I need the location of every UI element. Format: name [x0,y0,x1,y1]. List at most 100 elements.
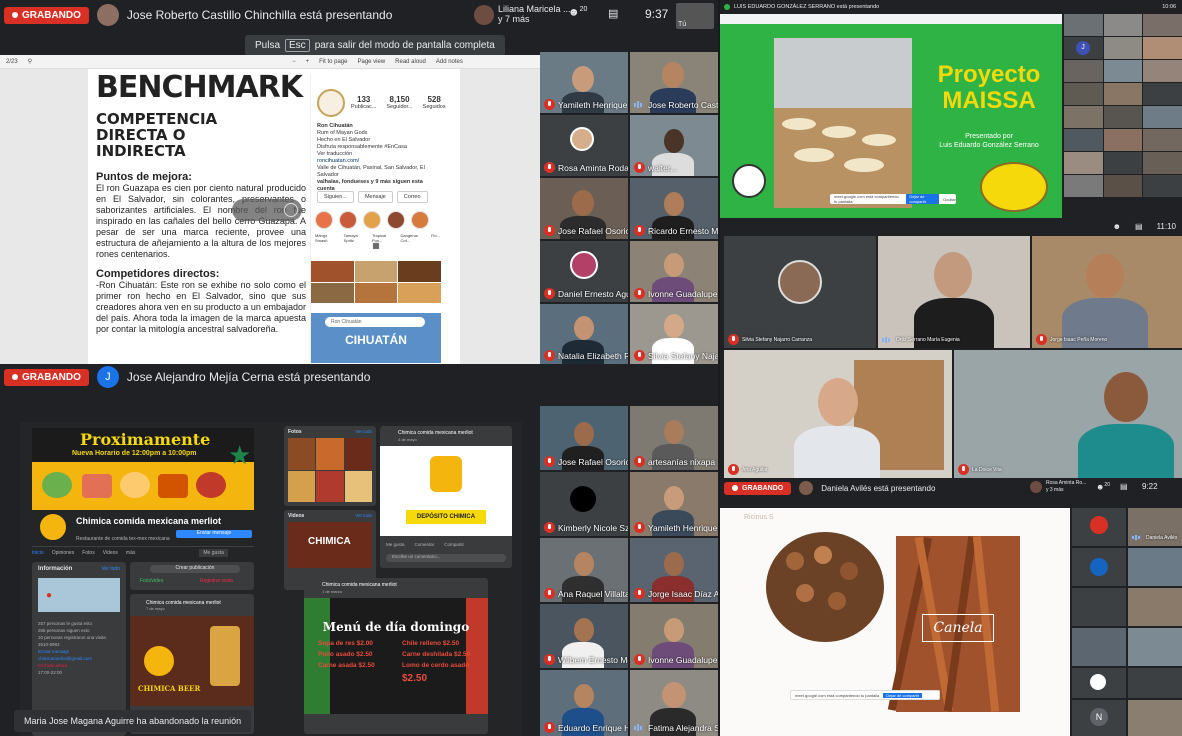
share-button[interactable]: Compartir [444,542,464,547]
participant-tile[interactable]: Ivonne Guadalupe ... [630,604,718,668]
search-icon[interactable]: ⚲ [28,58,32,65]
message-button[interactable]: Mensaje [357,191,393,203]
participant-tile[interactable]: N [1072,700,1126,736]
chat-icon[interactable]: ▤ [608,7,618,20]
video-overlay-control[interactable] [232,199,302,221]
tab-videos[interactable]: Videos [103,550,118,556]
grid-icon[interactable]: ▦ [311,241,441,250]
tab-inicio[interactable]: Inicio [32,550,44,556]
participant-tile[interactable] [1143,37,1182,59]
add-notes-button[interactable]: Add notes [436,59,463,65]
participant-tile[interactable]: J [1064,37,1103,59]
participant-tile[interactable]: Wilbem Ernesto Mo... [540,604,628,668]
zoom-in-icon[interactable]: + [306,59,310,65]
comment-button[interactable]: Comentar [415,542,435,547]
participant-tile[interactable] [1143,175,1182,197]
see-all-link[interactable]: Ver todo [101,566,120,572]
participant-tile[interactable] [1103,83,1143,105]
highlight-circle[interactable] [339,211,357,229]
participant-tile[interactable] [1103,60,1143,82]
participant-tile[interactable] [1064,14,1103,36]
other-participants[interactable]: Rosa Aminta Ro... y 3 más [1046,480,1086,494]
page-indicator[interactable]: 2/23 [6,59,18,65]
search-field[interactable]: Ron Cihuatán [325,317,425,327]
participant-tile[interactable] [1072,508,1126,546]
fit-to-page-button[interactable]: Fit to page [319,59,347,65]
participant-tile[interactable] [1064,175,1103,197]
read-aloud-button[interactable]: Read aloud [395,59,426,65]
chat-icon[interactable]: ▤ [1120,482,1128,491]
participant-tile[interactable]: Eduardo Enrique H... [540,670,628,736]
email-button[interactable]: Correo [396,191,428,203]
participant-tile[interactable] [1143,60,1182,82]
people-icon[interactable]: ☻20 [568,6,587,19]
participant-tile[interactable] [1143,129,1182,151]
create-post-button[interactable]: Crear publicación [150,565,240,573]
participant-tile[interactable] [1072,548,1126,586]
participant-tile[interactable] [1103,152,1143,174]
participant-tile[interactable] [1128,588,1182,626]
participant-tile[interactable] [1103,129,1143,151]
participant-tile[interactable]: Jose Rafael Osorio... [540,406,628,470]
participant-tile[interactable] [1128,628,1182,666]
participant-tile[interactable] [1143,83,1182,105]
participant-tile[interactable]: walter... [630,115,718,176]
participant-tile[interactable]: Natalia Elizabeth R... [540,304,628,364]
highlight-circle[interactable] [315,211,333,229]
like-page-button[interactable]: Me gusta [199,548,228,557]
other-participants[interactable]: Liliana Maricela ... y 7 más [498,4,571,24]
participant-tile[interactable] [1072,588,1126,626]
participant-tile[interactable] [1064,83,1103,105]
page-view-button[interactable]: Page view [357,59,385,65]
participant-tile[interactable] [1064,152,1103,174]
participant-tile[interactable]: Ana Raquel Villalta ... [540,538,628,602]
participant-tile[interactable] [1103,106,1143,128]
video-thumbnail[interactable]: CHIMICA [288,522,372,568]
photo-video-button[interactable]: Foto/video [140,578,163,584]
participant-tile[interactable] [1143,14,1182,36]
participant-tile[interactable] [1143,152,1182,174]
people-icon[interactable]: ☻20 [1096,482,1110,492]
tab-more[interactable]: más [126,550,135,556]
participant-tile[interactable] [1143,106,1182,128]
participant-tile[interactable]: La Dolce Vita [954,350,1182,478]
comment-input[interactable]: Escribe un comentario... [386,554,506,562]
participant-tile[interactable] [1072,628,1126,666]
participant-tile[interactable]: Yamileth Henrique... [630,472,718,536]
highlight-circle[interactable] [411,211,429,229]
participant-tile[interactable]: Ivonne Guadalupe... [630,241,718,302]
participant-tile[interactable] [1064,60,1103,82]
chat-icon[interactable]: ▤ [1135,222,1143,231]
zoom-out-icon[interactable]: − [292,59,296,65]
participant-tile[interactable] [1128,700,1182,736]
map-thumbnail[interactable]: ● [38,578,120,612]
participant-tile[interactable] [1064,106,1103,128]
participant-tile[interactable]: Ortiz Serrano María Eugenia [878,236,1030,348]
checkin-button[interactable]: Registrar visita [200,578,233,584]
participant-tile[interactable] [1128,548,1182,586]
participant-tile[interactable]: Yamileth Henrique... [540,52,628,113]
participant-tile[interactable]: Ricardo Ernesto M... [630,178,718,239]
tab-opiniones[interactable]: Opiniones [52,550,75,556]
participant-tile[interactable]: Daniel Ernesto Agu... [540,241,628,302]
participant-tile[interactable] [1103,37,1143,59]
tab-fotos[interactable]: Fotos [82,550,95,556]
stop-sharing-button[interactable]: Dejar de compartir [883,692,923,698]
participant-tile[interactable]: Fatima Alejandra S... [630,670,718,736]
highlight-circle[interactable] [387,211,405,229]
participant-tile[interactable] [1072,668,1126,698]
people-icon[interactable]: ☻ [1113,222,1121,231]
post-image[interactable]: CHIMICA BEER [130,616,254,706]
participant-tile[interactable]: Jose Rafael Osorio... [540,178,628,239]
participant-tile[interactable] [1064,129,1103,151]
participant-tile[interactable]: Silvia Stefany Najarro Carranza [724,236,876,348]
stop-sharing-button[interactable]: Dejar de compartir [906,194,940,204]
like-button[interactable]: Me gusta [386,542,405,547]
participant-tile[interactable]: Rosa Aminta Roda... [540,115,628,176]
post-image[interactable]: DEPÓSITO CHIMICA [380,446,512,536]
hide-button[interactable]: Ocultar [943,197,956,202]
send-message-button[interactable]: Enviar mensaje [176,530,252,538]
participant-tile[interactable]: Jorge Isaac Díaz Al... [630,538,718,602]
participant-tile[interactable]: Daniela Avilés [1128,508,1182,546]
participant-tile[interactable]: Jorge Isaac Peña Moreno [1032,236,1182,348]
